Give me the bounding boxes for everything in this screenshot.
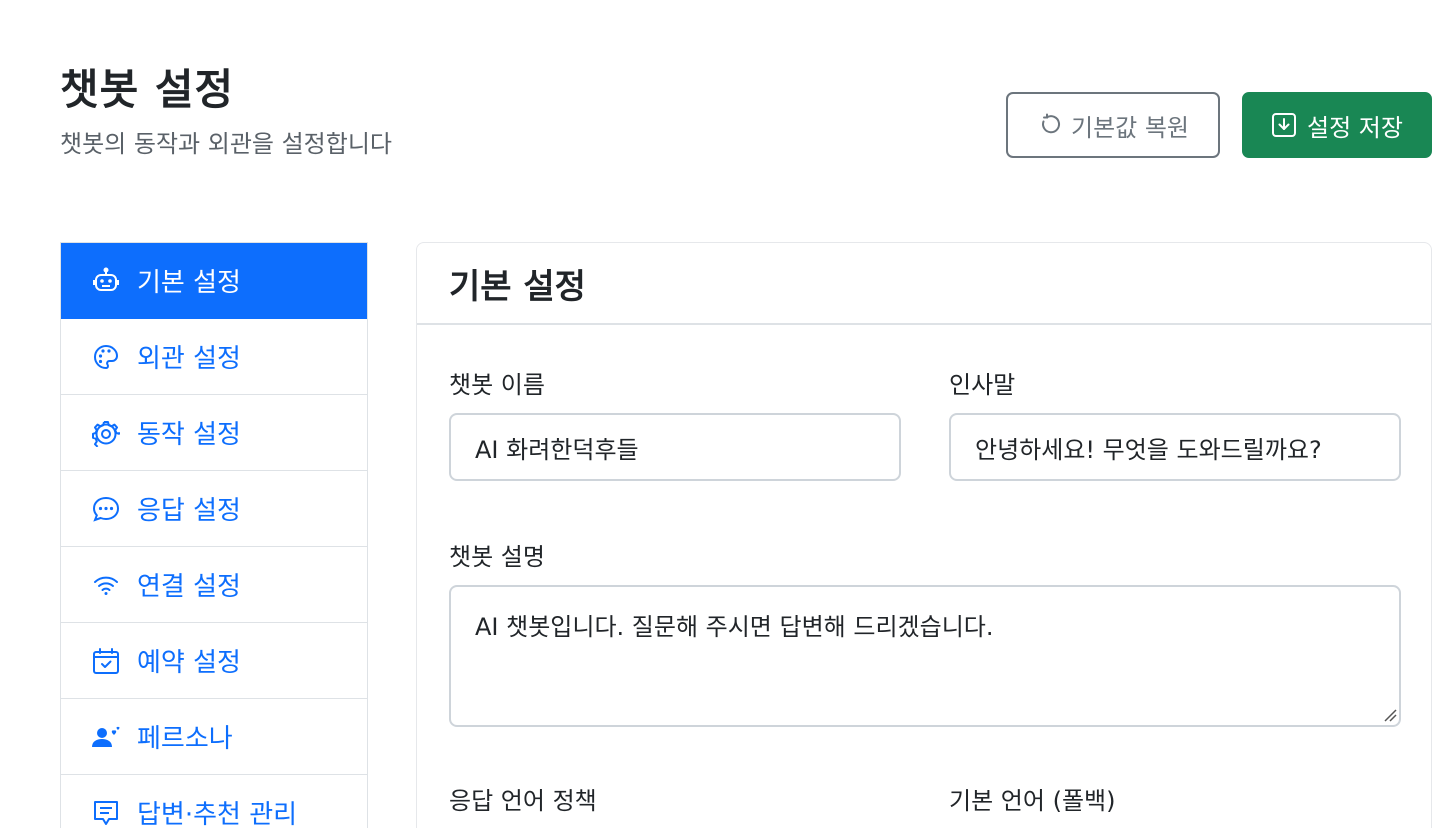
sidebar-item-label: 응답 설정 [137,496,241,526]
basic-settings-card: 기본 설정 챗봇 이름 인사말 챗봇 설명 AI 챗봇입니다. 질문해 주시면 … [416,242,1432,828]
person-hearts-icon [91,722,121,752]
download-icon [1271,112,1307,138]
page-title: 챗봇 설정 [60,65,235,114]
settings-page: 챗봇 설정 챗봇의 동작과 외관을 설정합니다 기본값 복원 설정 저장 기본 … [0,0,1445,828]
sidebar-item-persona[interactable]: 페르소나 [61,699,367,775]
reset-defaults-button[interactable]: 기본값 복원 [1006,92,1220,158]
arrow-counterclockwise-icon [1037,113,1071,137]
default-language-label: 기본 언어 (폴백) [949,787,1116,815]
chatbot-description-label: 챗봇 설명 [449,543,545,571]
greeting-label: 인사말 [949,371,1016,399]
gear-icon [91,418,121,448]
chatbot-description-textarea[interactable]: AI 챗봇입니다. 질문해 주시면 답변해 드리겠습니다. [449,585,1401,727]
chatbot-name-input[interactable] [449,413,901,481]
sidebar-item-answers-recommendations[interactable]: 답변·추천 관리 [61,775,367,828]
palette-icon [91,342,121,372]
chatbot-name-label: 챗봇 이름 [449,371,545,399]
robot-icon [91,266,121,296]
settings-sidebar: 기본 설정 외관 설정 동작 설정 응답 설정 연결 설정 예약 설정 페르소나… [60,242,368,828]
sidebar-item-label: 외관 설정 [137,344,241,374]
card-title: 기본 설정 [449,266,586,307]
resize-grip-icon[interactable] [1383,707,1397,726]
save-settings-label: 설정 저장 [1307,113,1403,142]
sidebar-item-reservation[interactable]: 예약 설정 [61,623,367,699]
sidebar-item-response[interactable]: 응답 설정 [61,471,367,547]
response-language-policy-label: 응답 언어 정책 [449,787,597,815]
sidebar-item-label: 페르소나 [137,724,233,754]
sidebar-item-label: 기본 설정 [137,268,241,298]
card-header: 기본 설정 [417,243,1431,325]
reset-defaults-label: 기본값 복원 [1070,113,1190,142]
sidebar-item-label: 예약 설정 [137,648,241,678]
sidebar-item-label: 동작 설정 [137,420,241,450]
wifi-icon [91,570,121,600]
greeting-input[interactable] [949,413,1401,481]
page-subtitle: 챗봇의 동작과 외관을 설정합니다 [60,130,393,158]
chat-dots-icon [91,494,121,524]
sidebar-item-label: 답변·추천 관리 [137,800,298,828]
calendar-check-icon [91,646,121,676]
save-settings-button[interactable]: 설정 저장 [1242,92,1432,158]
sidebar-item-behavior[interactable]: 동작 설정 [61,395,367,471]
sidebar-item-label: 연결 설정 [137,572,241,602]
sidebar-item-appearance[interactable]: 외관 설정 [61,319,367,395]
sidebar-item-basic[interactable]: 기본 설정 [61,243,367,319]
chat-square-text-icon [91,798,121,828]
sidebar-item-connection[interactable]: 연결 설정 [61,547,367,623]
